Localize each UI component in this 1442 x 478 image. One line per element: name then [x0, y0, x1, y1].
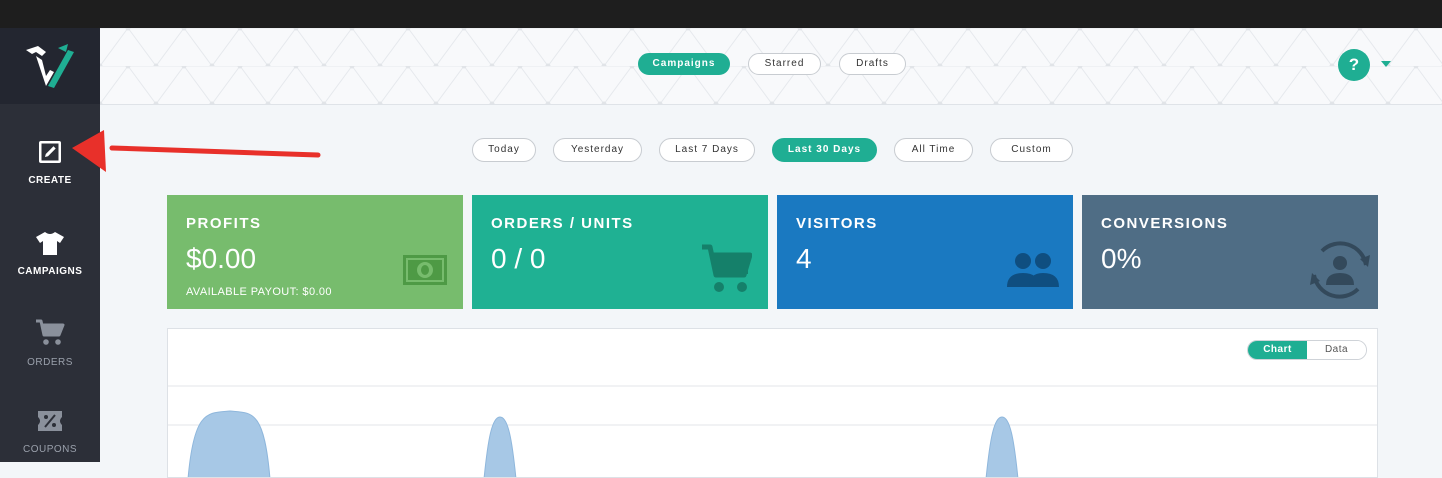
tab-campaigns[interactable]: Campaigns: [638, 53, 730, 75]
sidebar-item-label: CAMPAIGNS: [17, 266, 83, 277]
card-value: 4: [796, 243, 812, 274]
card-value: 0%: [1101, 243, 1142, 274]
card-title: PROFITS: [186, 215, 262, 232]
top-header: Campaigns Starred Drafts ?: [100, 28, 1442, 105]
chart-peak: [187, 410, 271, 477]
card-title: VISITORS: [796, 215, 878, 232]
filter-custom[interactable]: Custom: [990, 138, 1073, 162]
filter-all-time[interactable]: All Time: [894, 138, 973, 162]
filter-today[interactable]: Today: [472, 138, 536, 162]
logo-icon: [26, 44, 74, 88]
filter-last-30-days[interactable]: Last 30 Days: [772, 138, 877, 162]
coupon-icon: [38, 411, 62, 431]
available-payout: AVAILABLE PAYOUT: $0.00: [186, 286, 332, 298]
tshirt-icon: [36, 232, 64, 255]
sidebar-item-orders[interactable]: ORDERS: [0, 319, 100, 368]
conversions-card: CONVERSIONS 0%: [1082, 195, 1378, 309]
tab-drafts[interactable]: Drafts: [839, 53, 906, 75]
card-value: $0.00: [186, 243, 257, 274]
window-top-bar: [0, 0, 1442, 28]
sidebar-item-label: ORDERS: [27, 357, 73, 368]
cart-icon: [702, 244, 752, 292]
card-title: CONVERSIONS: [1101, 215, 1229, 232]
money-icon: [403, 255, 447, 285]
people-icon: [1007, 253, 1059, 287]
card-title: ORDERS / UNITS: [491, 215, 634, 232]
cart-icon: [36, 319, 65, 345]
sidebar-item-campaigns[interactable]: CAMPAIGNS: [0, 230, 100, 277]
traffic-chart: [168, 385, 1377, 477]
card-value: 0 / 0: [491, 243, 546, 274]
orders-units-card: ORDERS / UNITS 0 / 0: [472, 195, 768, 309]
sidebar-item-coupons[interactable]: COUPONS: [0, 408, 100, 455]
filter-last-7-days[interactable]: Last 7 Days: [659, 138, 755, 162]
sidebar: CREATE CAMPAIGNS ORDERS COUPONS: [0, 28, 100, 462]
filter-yesterday[interactable]: Yesterday: [553, 138, 642, 162]
chart-panel: Chart Data: [167, 328, 1378, 478]
chart-peak: [985, 416, 1019, 477]
profits-card: PROFITS $0.00 AVAILABLE PAYOUT: $0.00: [167, 195, 463, 309]
visitors-card: VISITORS 4: [777, 195, 1073, 309]
tab-starred[interactable]: Starred: [748, 53, 821, 75]
help-button[interactable]: ?: [1338, 49, 1370, 81]
annotation-arrow: [72, 130, 321, 172]
chevron-down-icon[interactable]: [1381, 61, 1391, 67]
sidebar-item-label: COUPONS: [22, 444, 78, 455]
user-refresh-icon: [1310, 241, 1370, 299]
app-logo[interactable]: [0, 28, 100, 104]
chart-peak: [483, 416, 517, 477]
